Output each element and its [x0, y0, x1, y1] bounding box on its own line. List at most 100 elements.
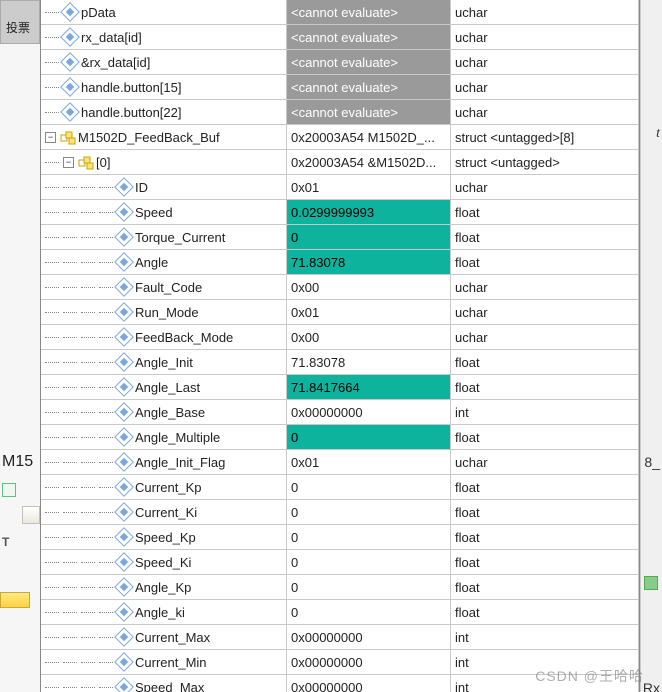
- type-cell: uchar: [451, 300, 639, 324]
- value-cell[interactable]: <cannot evaluate>: [287, 0, 451, 24]
- watch-row[interactable]: Speed0.0299999993float: [41, 200, 639, 225]
- tree-expander[interactable]: −: [45, 132, 56, 143]
- yellow-tab[interactable]: [0, 592, 30, 608]
- folder-button[interactable]: [22, 506, 40, 524]
- var-value: 0x00000000: [291, 405, 363, 420]
- watch-row[interactable]: Angle_Multiple0float: [41, 425, 639, 450]
- value-cell[interactable]: 0x00: [287, 325, 451, 349]
- name-cell[interactable]: Angle_Multiple: [41, 425, 287, 449]
- watch-row[interactable]: Angle_ki 0float: [41, 600, 639, 625]
- value-cell[interactable]: 0: [287, 425, 451, 449]
- value-cell[interactable]: <cannot evaluate>: [287, 75, 451, 99]
- watch-row[interactable]: Angle_Init_Flag0x01uchar: [41, 450, 639, 475]
- var-type: float: [455, 530, 480, 545]
- value-cell[interactable]: 0x01: [287, 450, 451, 474]
- type-cell: float: [451, 600, 639, 624]
- watch-row[interactable]: Torque_Current0float: [41, 225, 639, 250]
- name-cell[interactable]: Run_Mode: [41, 300, 287, 324]
- name-cell[interactable]: FeedBack_Mode: [41, 325, 287, 349]
- watch-row[interactable]: FeedBack_Mode0x00uchar: [41, 325, 639, 350]
- value-cell[interactable]: 0: [287, 475, 451, 499]
- watch-row[interactable]: Angle_Kp0 float: [41, 575, 639, 600]
- name-cell[interactable]: Torque_Current: [41, 225, 287, 249]
- value-cell[interactable]: 71.83078: [287, 250, 451, 274]
- name-cell[interactable]: handle.button[15]: [41, 75, 287, 99]
- value-cell[interactable]: 0: [287, 575, 451, 599]
- value-cell[interactable]: 71.8417664: [287, 375, 451, 399]
- name-cell[interactable]: Angle_Last: [41, 375, 287, 399]
- name-cell[interactable]: Current_Min: [41, 650, 287, 674]
- var-name: Angle_ki: [135, 605, 185, 620]
- watch-row[interactable]: handle.button[22]<cannot evaluate>uchar: [41, 100, 639, 125]
- type-cell: float: [451, 200, 639, 224]
- name-cell[interactable]: ID: [41, 175, 287, 199]
- value-cell[interactable]: <cannot evaluate>: [287, 100, 451, 124]
- name-cell[interactable]: −M1502D_FeedBack_Buf: [41, 125, 287, 149]
- watch-row[interactable]: Angle71.83078float: [41, 250, 639, 275]
- watch-row[interactable]: Current_Ki0float: [41, 500, 639, 525]
- watch-row[interactable]: Current_Kp0float: [41, 475, 639, 500]
- value-cell[interactable]: <cannot evaluate>: [287, 25, 451, 49]
- watch-row[interactable]: handle.button[15]<cannot evaluate>uchar: [41, 75, 639, 100]
- variable-icon: [114, 652, 134, 672]
- value-cell[interactable]: 0: [287, 600, 451, 624]
- name-cell[interactable]: Angle_ki: [41, 600, 287, 624]
- type-cell: uchar: [451, 325, 639, 349]
- watch-row[interactable]: −[0]0x20003A54 &M1502D...struct <untagge…: [41, 150, 639, 175]
- variable-icon: [114, 552, 134, 572]
- watch-row[interactable]: rx_data[id]<cannot evaluate>uchar: [41, 25, 639, 50]
- value-cell[interactable]: 0x00000000: [287, 625, 451, 649]
- watch-row[interactable]: Angle_Base0x00000000int: [41, 400, 639, 425]
- value-cell[interactable]: <cannot evaluate>: [287, 50, 451, 74]
- name-cell[interactable]: Speed: [41, 200, 287, 224]
- value-cell[interactable]: 0x01: [287, 175, 451, 199]
- watch-row[interactable]: ID0x01uchar: [41, 175, 639, 200]
- value-cell[interactable]: 0: [287, 550, 451, 574]
- watch-row[interactable]: Speed_Max0x00000000int: [41, 675, 639, 692]
- name-cell[interactable]: Current_Ki: [41, 500, 287, 524]
- name-cell[interactable]: Current_Kp: [41, 475, 287, 499]
- value-cell[interactable]: 0x00: [287, 275, 451, 299]
- value-cell[interactable]: 0: [287, 225, 451, 249]
- value-cell[interactable]: 0x00000000: [287, 400, 451, 424]
- type-cell: float: [451, 425, 639, 449]
- value-cell[interactable]: 0: [287, 525, 451, 549]
- name-cell[interactable]: pData: [41, 0, 287, 24]
- name-cell[interactable]: handle.button[22]: [41, 100, 287, 124]
- watch-row[interactable]: Speed_Kp0 float: [41, 525, 639, 550]
- name-cell[interactable]: rx_data[id]: [41, 25, 287, 49]
- value-cell[interactable]: 71.83078: [287, 350, 451, 374]
- name-cell[interactable]: Angle: [41, 250, 287, 274]
- watch-row[interactable]: Current_Min0x00000000int: [41, 650, 639, 675]
- watch-row[interactable]: Angle_Last71.8417664float: [41, 375, 639, 400]
- name-cell[interactable]: Angle_Init: [41, 350, 287, 374]
- variable-icon: [114, 477, 134, 497]
- watch-row[interactable]: Angle_Init71.83078float: [41, 350, 639, 375]
- tree-expander[interactable]: −: [63, 157, 74, 168]
- value-cell[interactable]: 0x01: [287, 300, 451, 324]
- value-cell[interactable]: 0x00000000: [287, 675, 451, 692]
- name-cell[interactable]: Angle_Kp: [41, 575, 287, 599]
- name-cell[interactable]: Angle_Init_Flag: [41, 450, 287, 474]
- watch-row[interactable]: Current_Max0x00000000int: [41, 625, 639, 650]
- name-cell[interactable]: Angle_Base: [41, 400, 287, 424]
- value-cell[interactable]: 0x20003A54 &M1502D...: [287, 150, 451, 174]
- name-cell[interactable]: Fault_Code: [41, 275, 287, 299]
- name-cell[interactable]: Current_Max: [41, 625, 287, 649]
- value-cell[interactable]: 0: [287, 500, 451, 524]
- value-cell[interactable]: 0x00000000: [287, 650, 451, 674]
- name-cell[interactable]: Speed_Max: [41, 675, 287, 692]
- watch-row[interactable]: Speed_Ki0float: [41, 550, 639, 575]
- watch-row[interactable]: Fault_Code0x00uchar: [41, 275, 639, 300]
- name-cell[interactable]: Speed_Ki: [41, 550, 287, 574]
- value-cell[interactable]: 0.0299999993: [287, 200, 451, 224]
- var-type: float: [455, 580, 480, 595]
- name-cell[interactable]: &rx_data[id]: [41, 50, 287, 74]
- watch-row[interactable]: −M1502D_FeedBack_Buf0x20003A54 M1502D_..…: [41, 125, 639, 150]
- name-cell[interactable]: −[0]: [41, 150, 287, 174]
- watch-row[interactable]: Run_Mode0x01uchar: [41, 300, 639, 325]
- watch-row[interactable]: &rx_data[id]<cannot evaluate>uchar: [41, 50, 639, 75]
- name-cell[interactable]: Speed_Kp: [41, 525, 287, 549]
- watch-row[interactable]: pData<cannot evaluate>uchar: [41, 0, 639, 25]
- value-cell[interactable]: 0x20003A54 M1502D_...: [287, 125, 451, 149]
